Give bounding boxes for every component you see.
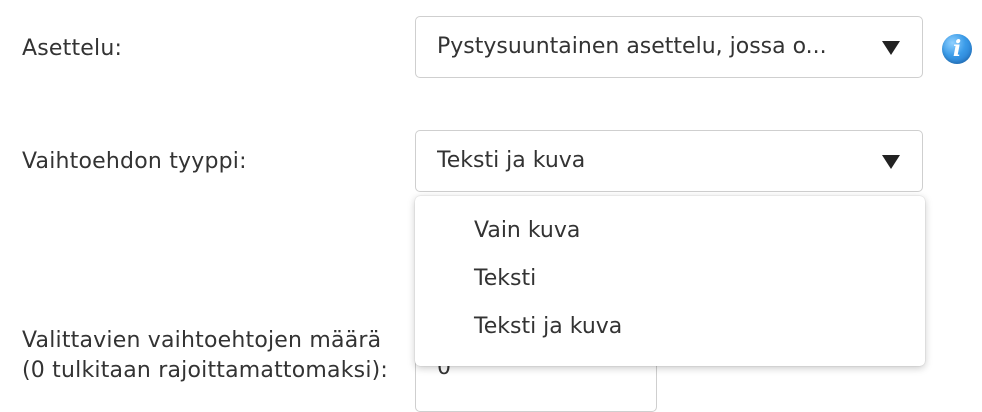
dropdown-option-teksti-ja-kuva[interactable]: Teksti ja kuva <box>474 312 622 342</box>
option-type-select-value: Teksti ja kuva <box>437 148 586 173</box>
layout-label: Asettelu: <box>22 36 123 61</box>
caret-down-icon <box>882 155 900 169</box>
caret-down-icon <box>882 41 900 55</box>
selectable-count-label-line1: Valittavien vaihtoehtojen määrä <box>22 328 382 353</box>
info-icon[interactable]: i <box>942 34 972 64</box>
dropdown-option-teksti[interactable]: Teksti <box>474 264 536 294</box>
option-type-dropdown: Vain kuva Teksti Teksti ja kuva <box>415 196 925 366</box>
layout-select[interactable]: Pystysuuntainen asettelu, jossa o... <box>415 16 923 78</box>
dropdown-option-vain-kuva[interactable]: Vain kuva <box>474 216 580 246</box>
option-type-select[interactable]: Teksti ja kuva <box>415 130 923 192</box>
layout-select-value: Pystysuuntainen asettelu, jossa o... <box>437 34 827 59</box>
selectable-count-label-line2: (0 tulkitaan rajoittamattomaksi): <box>22 358 389 383</box>
option-type-label: Vaihtoehdon tyyppi: <box>22 149 247 174</box>
